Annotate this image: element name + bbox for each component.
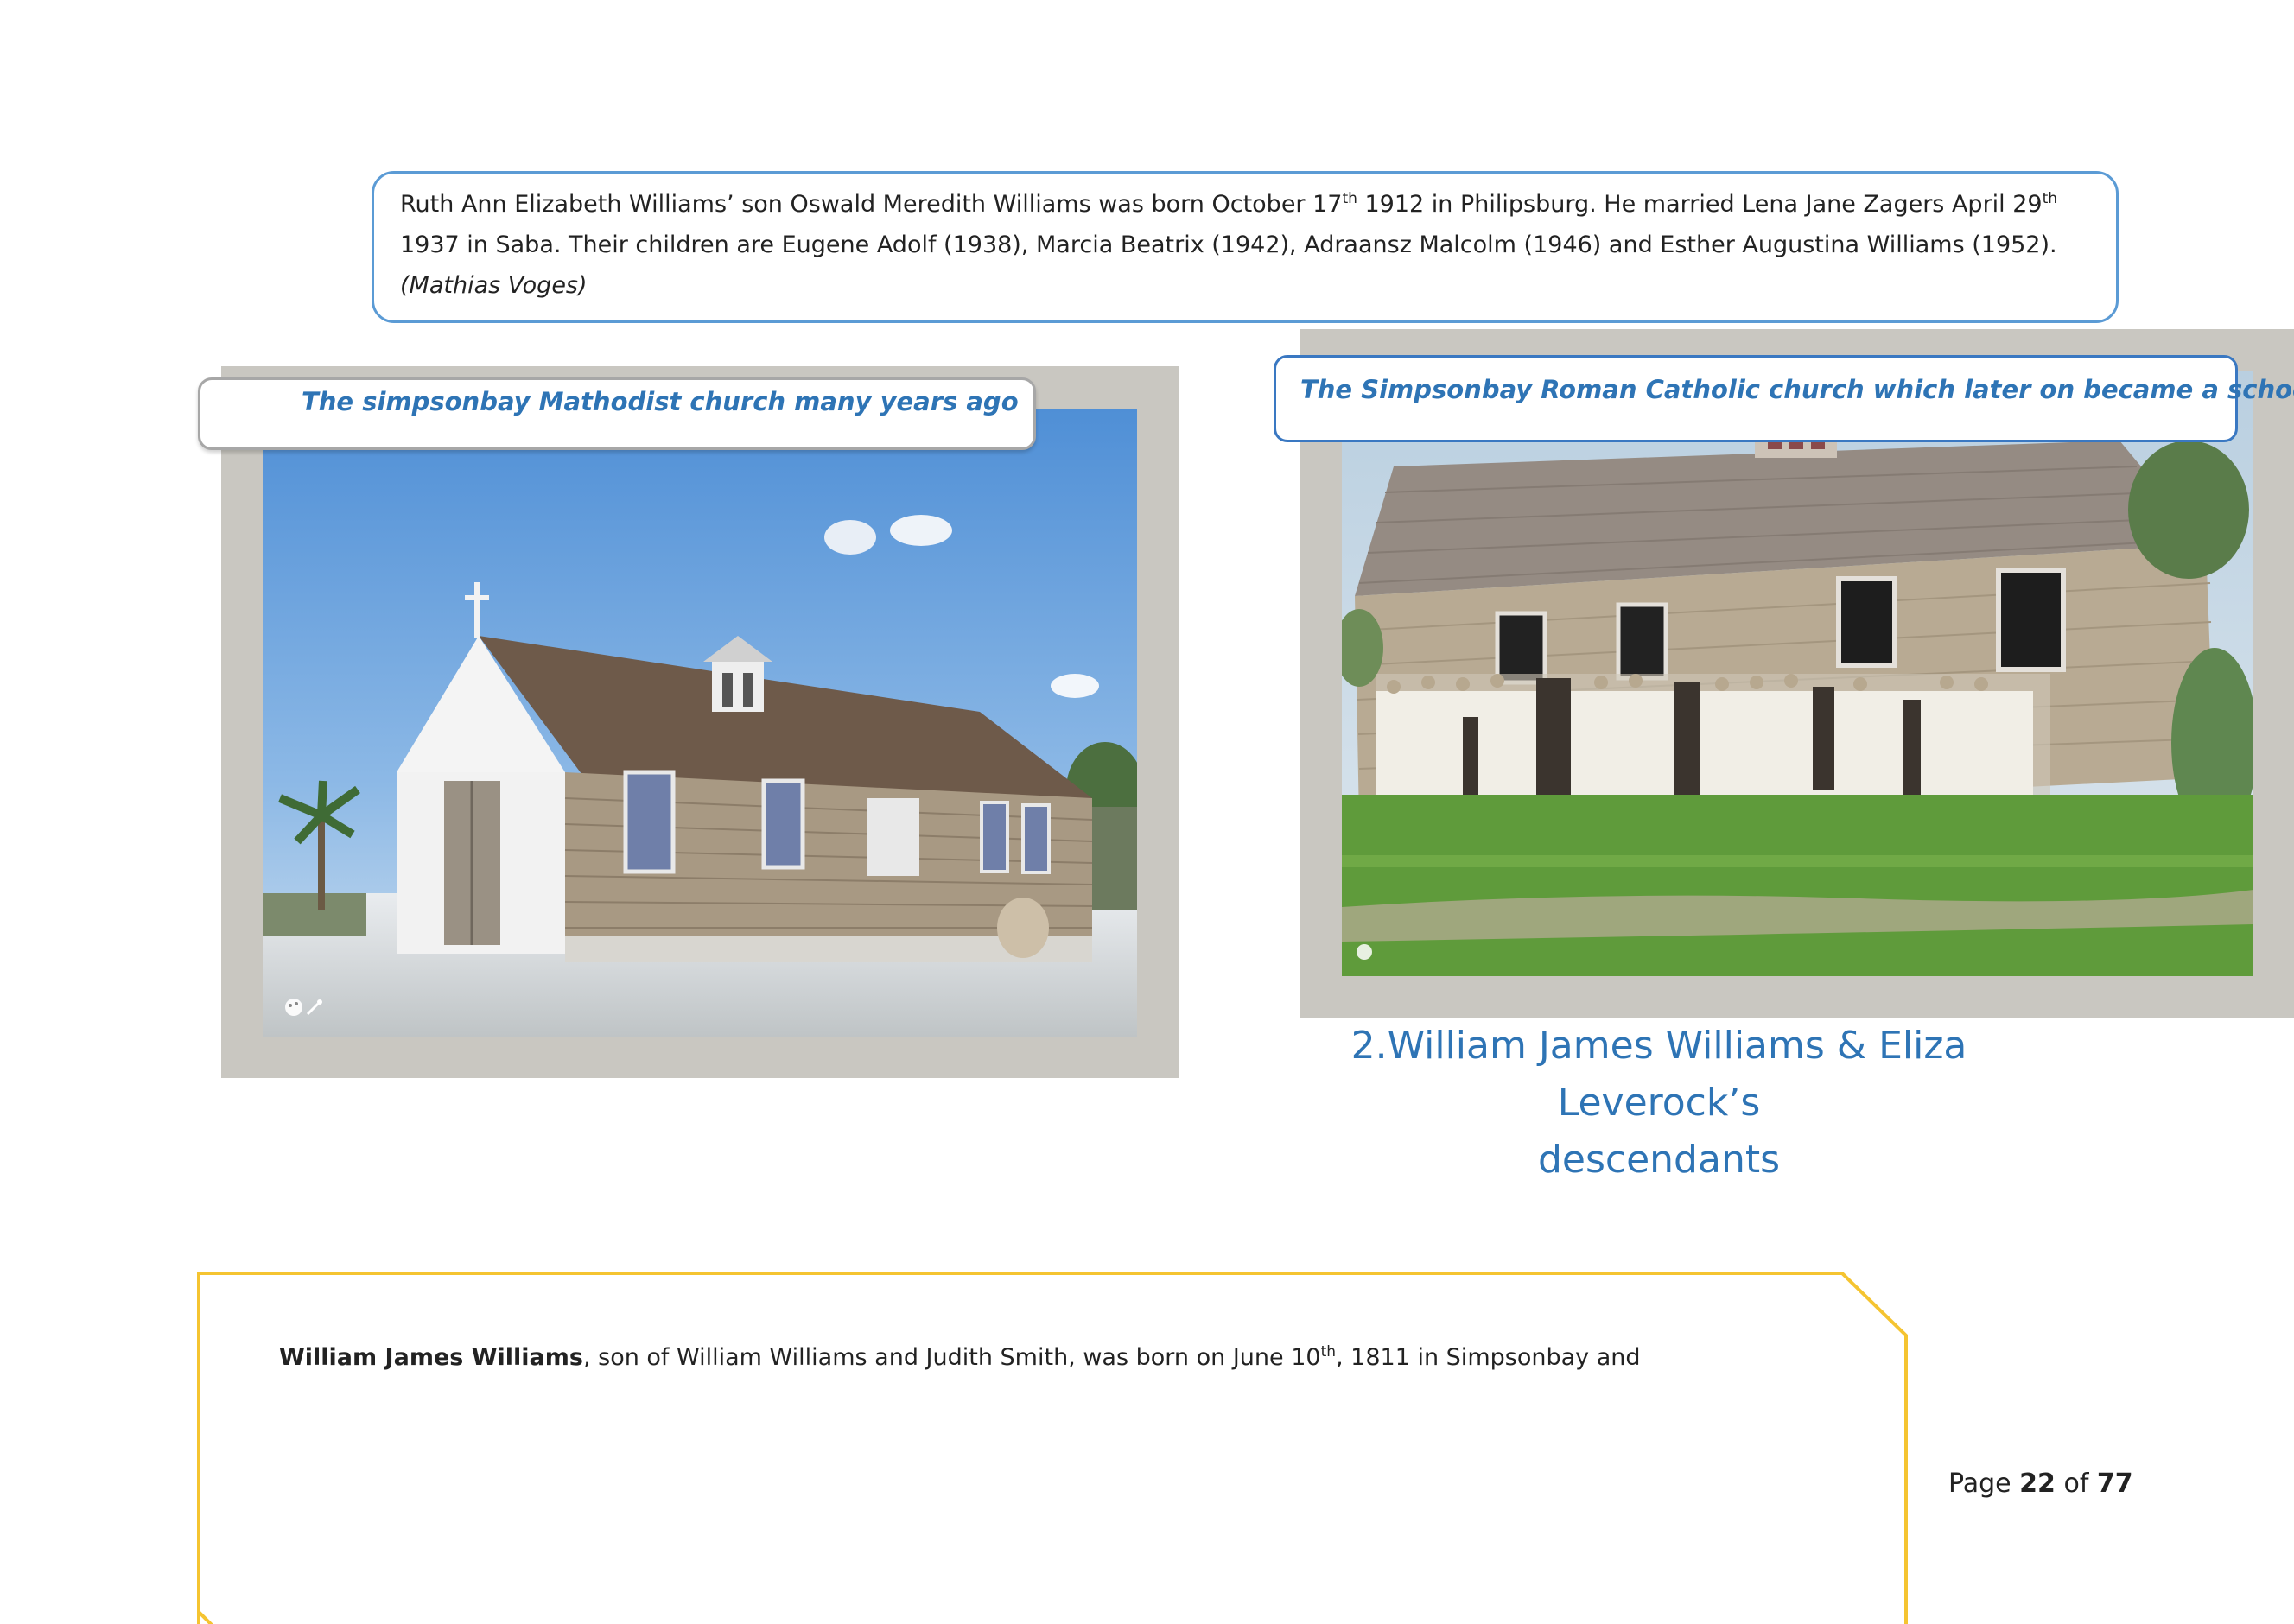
body-sup-1: th [1320,1343,1337,1361]
catholic-church-photo [1342,371,2253,976]
page-total: 77 [2096,1469,2133,1499]
body-text-2: , 1811 in Simpsonbay and [1336,1344,1641,1371]
page-of: of [2055,1469,2097,1499]
page-current: 22 [2019,1469,2056,1499]
bottom-text-frame [197,1272,1908,1624]
intro-text-2: 1912 in Philipsburg. He married Lena Jan… [1357,191,2043,218]
page-number: Page 22 of 77 [1948,1469,2133,1499]
left-caption-text: The simpsonbay Mathodist church many yea… [302,387,1019,416]
methodist-church-photo [263,409,1137,1037]
page-prefix: Page [1948,1469,2020,1499]
intro-text-3: 1937 in Saba. Their children are Eugene … [400,232,2057,258]
palette-icon [285,999,302,1016]
body-paragraph: William James Williams, son of William W… [279,1344,1748,1371]
intro-textbox: Ruth Ann Elizabeth Williams’ son Oswald … [372,171,2119,323]
body-bold-name: William James Williams [279,1344,583,1371]
intro-source: (Mathias Voges) [400,272,588,299]
section-heading-line2: descendants [1537,1138,1781,1182]
section-heading-line1: 2.William James Williams & Eliza Leveroc… [1350,1024,1967,1125]
right-photo-caption: The Simpsonbay Roman Catholic church whi… [1274,355,2294,442]
intro-text-1: Ruth Ann Elizabeth Williams’ son Oswald … [400,191,1343,218]
intro-sup-2: th [2042,190,2058,207]
body-text-1: , son of William Williams and Judith Smi… [582,1344,1321,1371]
right-caption-text: The Simpsonbay Roman Catholic church whi… [1300,375,2294,404]
palette-icon [1357,944,1372,960]
left-photo-caption: The simpsonbay Mathodist church many yea… [198,377,1036,450]
intro-sup-1: th [1342,190,1357,207]
section-heading: 2.William James Williams & Eliza Leveroc… [1270,1018,2048,1189]
